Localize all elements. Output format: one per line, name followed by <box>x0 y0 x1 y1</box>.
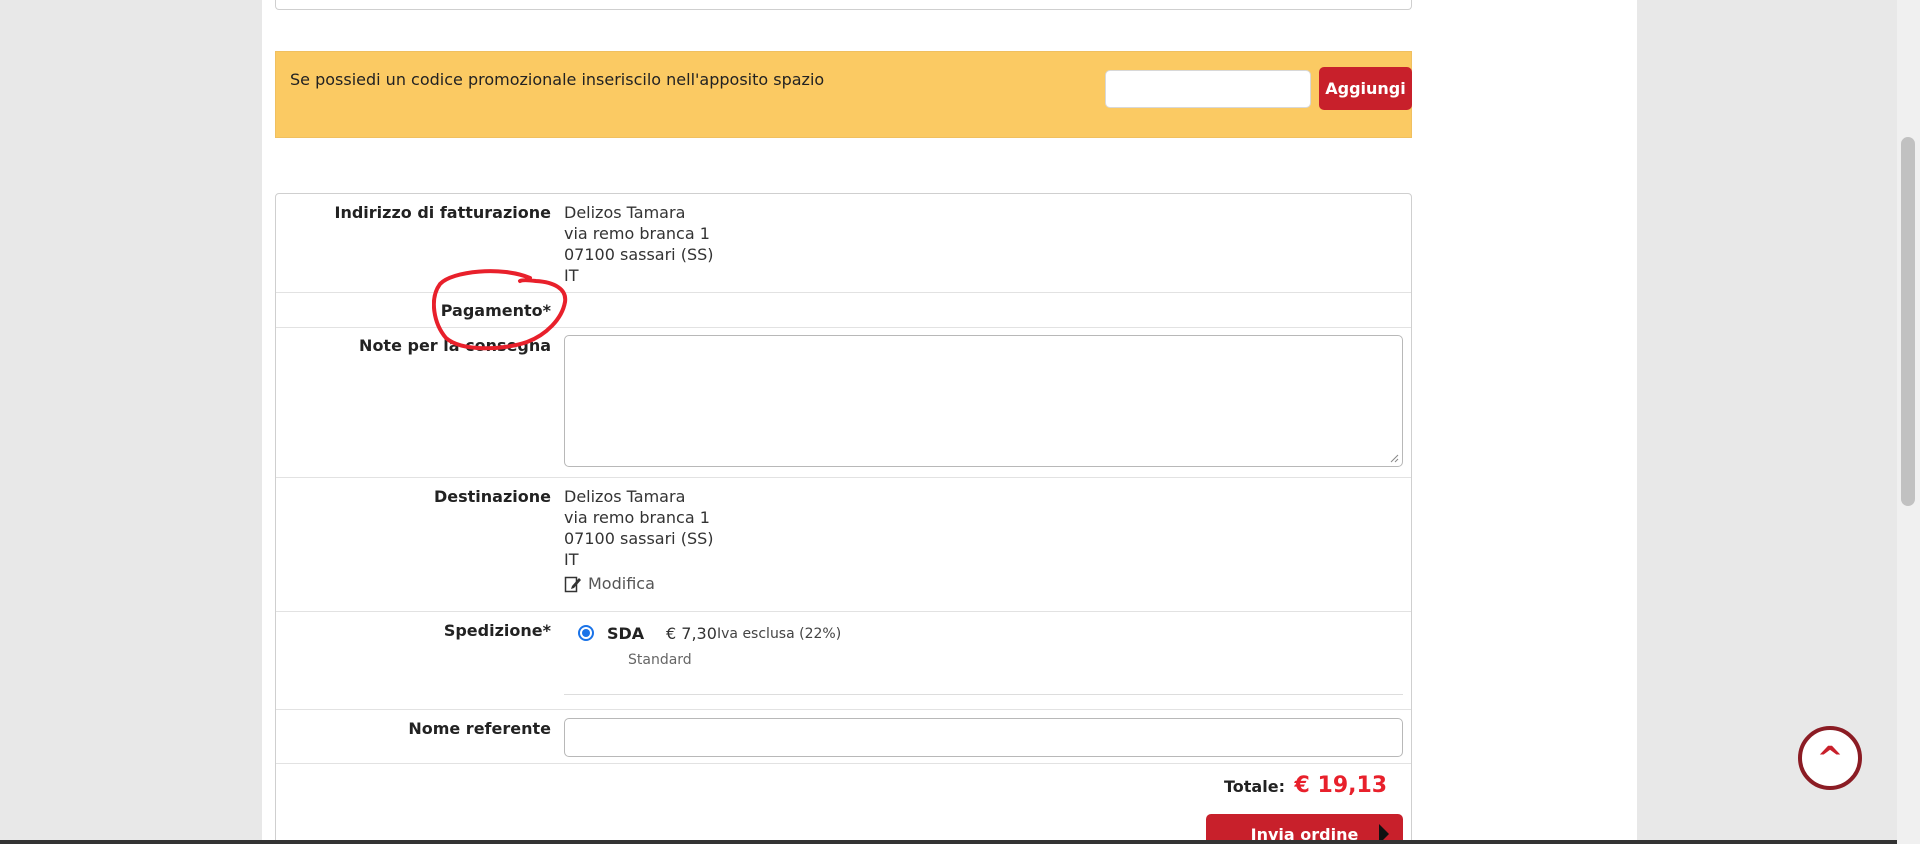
edit-destination-link[interactable]: Modifica <box>564 574 655 593</box>
checkout-page: Se possiedi un codice promozionale inser… <box>262 0 1637 844</box>
edit-icon <box>564 576 581 592</box>
shipping-divider <box>564 694 1403 695</box>
destination-line: via remo branca 1 <box>564 508 710 527</box>
promo-code-banner: Se possiedi un codice promozionale inser… <box>275 51 1412 138</box>
payment-row: Pagamento* <box>276 293 1411 328</box>
resize-handle-icon[interactable] <box>1389 453 1399 463</box>
shipping-carrier: SDA <box>607 624 645 643</box>
billing-label: Indirizzo di fatturazione <box>334 203 551 222</box>
billing-line: 07100 sassari (SS) <box>564 245 714 264</box>
destination-line: 07100 sassari (SS) <box>564 529 714 548</box>
promo-code-input[interactable] <box>1105 70 1311 108</box>
destination-address: Delizos Tamara via remo branca 1 07100 s… <box>564 486 714 570</box>
contact-row: Nome referente <box>276 710 1411 764</box>
destination-row: Destinazione Delizos Tamara via remo bra… <box>276 478 1411 612</box>
shipping-price: € 7,30 <box>666 624 717 643</box>
shipping-row: Spedizione* SDA € 7,30 Iva esclusa (22%)… <box>276 612 1411 710</box>
add-promo-button[interactable]: Aggiungi <box>1319 67 1412 110</box>
order-form: Indirizzo di fatturazione Delizos Tamara… <box>275 193 1412 844</box>
billing-address: Delizos Tamara via remo branca 1 07100 s… <box>564 202 714 286</box>
total-amount: € 19,13 <box>1294 773 1388 798</box>
shipping-label: Spedizione* <box>443 621 551 640</box>
notes-row: Note per la consegna <box>276 328 1411 478</box>
destination-label: Destinazione <box>433 487 551 506</box>
payment-label: Pagamento* <box>440 301 551 320</box>
billing-row: Indirizzo di fatturazione Delizos Tamara… <box>276 194 1411 293</box>
shipping-service: Standard <box>628 652 692 668</box>
contact-name-input[interactable] <box>564 718 1403 757</box>
billing-line: via remo branca 1 <box>564 224 710 243</box>
contact-label: Nome referente <box>408 719 551 738</box>
billing-line: IT <box>564 266 579 285</box>
promo-text: Se possiedi un codice promozionale inser… <box>290 70 825 89</box>
shipping-radio-sda[interactable] <box>578 625 594 641</box>
billing-line: Delizos Tamara <box>564 203 686 222</box>
taskbar-edge <box>0 840 1897 844</box>
scroll-to-top-button[interactable]: ^ <box>1798 726 1862 790</box>
destination-line: IT <box>564 550 579 569</box>
chevron-up-icon: ^ <box>1816 739 1844 777</box>
edit-label: Modifica <box>588 574 655 593</box>
delivery-notes-textarea[interactable] <box>564 335 1403 467</box>
scrollbar-thumb[interactable] <box>1901 137 1915 506</box>
total-label: Totale: <box>1224 777 1285 796</box>
order-total: Totale: € 19,13 <box>1224 773 1387 798</box>
page-scrollbar[interactable] <box>1897 0 1920 844</box>
destination-line: Delizos Tamara <box>564 487 686 506</box>
previous-section-box <box>275 0 1412 10</box>
notes-label: Note per la consegna <box>359 336 551 355</box>
shipping-vat-note: Iva esclusa (22%) <box>717 626 842 642</box>
